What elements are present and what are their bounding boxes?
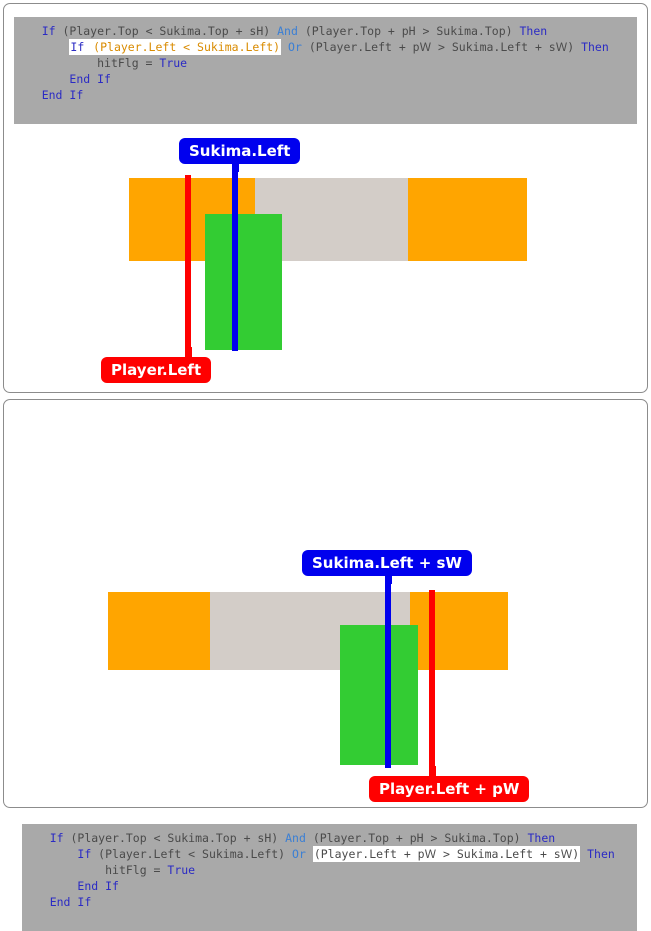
code-token: hitFlg =: [97, 56, 160, 70]
callout-player-left-plus-pw-stem: [429, 766, 436, 778]
code-token: Or: [288, 40, 309, 54]
code-block-case-2: If (Player.Top < Sukima.Top + sH) And (P…: [22, 824, 637, 931]
code-token: hitFlg =: [105, 863, 168, 877]
page-root: If (Player.Top < Sukima.Top + sH) And (P…: [0, 0, 651, 931]
code-token: True: [159, 56, 188, 70]
code-token: If: [49, 831, 71, 845]
code-token: End If: [49, 895, 92, 909]
code-line: If (Player.Left < Sukima.Left) Or (Playe…: [22, 846, 637, 862]
code-token: (Player.Left + pＷ > Sukima.Left + sＷ): [308, 40, 582, 54]
code-highlight: (Player.Left + pＷ > Sukima.Left + sＷ): [312, 846, 581, 862]
player-left-plus-pw-marker-line: [429, 590, 435, 776]
sukima-left-block: [108, 592, 210, 670]
diagram-case-1: Sukima.Left Player.Left: [0, 125, 645, 390]
code-token: And: [285, 831, 313, 845]
code-line: hitFlg = True: [14, 55, 637, 71]
code-token: (Player.Top + pH > Sukima.Top): [312, 831, 528, 845]
code-token: Then: [587, 847, 615, 861]
code-block-case-1: If (Player.Top < Sukima.Top + sH) And (P…: [14, 17, 637, 124]
code-token: If: [77, 847, 99, 861]
code-token: And: [277, 24, 305, 38]
code-token: If: [70, 40, 92, 54]
code-token: Or: [292, 847, 313, 861]
code-token: (Player.Left < Sukima.Left): [93, 40, 281, 54]
code-token: If: [41, 24, 63, 38]
code-token: (Player.Top < Sukima.Top + sH): [62, 24, 278, 38]
code-line: End If: [22, 894, 637, 910]
player-box: [340, 625, 418, 765]
sukima-left-plus-sw-marker-line: [385, 566, 391, 768]
code-token: Then: [519, 24, 548, 38]
code-token: (Player.Top < Sukima.Top + sH): [70, 831, 286, 845]
sukima-right-block: [410, 592, 508, 670]
code-line: End If: [22, 878, 637, 894]
diagram-case-2: Sukima.Left + sW Player.Left + pW: [0, 536, 645, 808]
callout-player-left: Player.Left: [101, 357, 212, 383]
callout-sukima-left: Sukima.Left: [179, 138, 301, 164]
code-highlight: If: [69, 39, 93, 55]
code-token: Then: [581, 40, 609, 54]
code-line: If (Player.Top < Sukima.Top + sH) And (P…: [14, 23, 637, 39]
player-box: [205, 214, 282, 350]
code-token: (Player.Left + pＷ > Sukima.Left + sＷ): [313, 847, 580, 861]
sukima-right-block: [408, 178, 527, 261]
code-line: If (Player.Left < Sukima.Left) Or (Playe…: [14, 39, 637, 55]
callout-sukima-left-plus-sw: Sukima.Left + sW: [302, 550, 472, 576]
callout-player-left-stem: [185, 347, 192, 359]
code-line: If (Player.Top < Sukima.Top + sH) And (P…: [22, 830, 637, 846]
code-token: Then: [527, 831, 556, 845]
code-token: End If: [41, 88, 84, 102]
code-token: End If: [77, 879, 119, 893]
code-token: (Player.Left < Sukima.Left): [98, 847, 286, 861]
sukima-left-marker-line: [232, 153, 238, 351]
code-token: (Player.Top + pH > Sukima.Top): [304, 24, 520, 38]
callout-player-left-plus-pw: Player.Left + pW: [369, 776, 530, 802]
callout-sukima-left-stem: [232, 162, 239, 172]
code-token: End If: [69, 72, 111, 86]
code-highlight: (Player.Left < Sukima.Left): [92, 39, 282, 55]
player-left-marker-line: [185, 175, 191, 355]
code-line: End If: [14, 87, 637, 103]
callout-sukima-left-plus-sw-stem: [385, 574, 392, 584]
code-line: hitFlg = True: [22, 862, 637, 878]
code-token: True: [167, 863, 196, 877]
code-line: End If: [14, 71, 637, 87]
